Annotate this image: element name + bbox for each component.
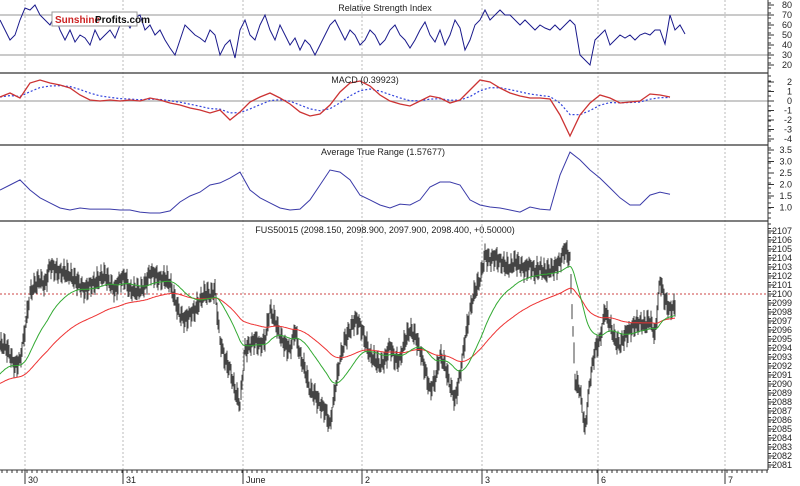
y-axes: 80706050403020 210-1-2-3-43.5 3.02.5 2.01.5… [768, 0, 792, 470]
grid [0, 0, 768, 470]
x-tick-label: 2 [365, 475, 370, 485]
logo: Sunshine Profits.com [51, 11, 150, 27]
y-tick-label: 2.0 [779, 180, 792, 190]
y-tick-label: -3 [784, 125, 792, 135]
y-tick-label: 60 [782, 20, 792, 30]
y-tick-label: 0 [787, 96, 792, 106]
y-tick-label: -2 [784, 115, 792, 125]
x-tick-label: 30 [28, 475, 38, 485]
x-tick-label: 31 [126, 475, 136, 485]
x-tick-label: 3 [485, 475, 490, 485]
x-tick-label: June [246, 475, 266, 485]
y-tick-label: 3.5 [779, 145, 792, 155]
y-tick-label: 2.5 [779, 168, 792, 178]
stock-chart: Relative Strength Index MACD (0.39923) A… [0, 0, 792, 485]
atr-line [0, 151, 671, 214]
y-tick-label: 20 [782, 60, 792, 70]
logo-sunshine: Sunshine [55, 15, 100, 26]
macd-title: MACD (0.39923) [331, 75, 399, 85]
chart-marks [0, 4, 686, 435]
atr-title: Average True Range (1.57677) [321, 147, 445, 157]
y-tick-label: 1.5 [779, 191, 792, 201]
y-tick-label: 70 [782, 10, 792, 20]
y-tick-label: 2081 [772, 460, 792, 470]
rsi-title: Relative Strength Index [338, 3, 432, 13]
macd-line [0, 79, 671, 138]
y-tick-label: -4 [784, 134, 792, 144]
x-tick-label: 6 [601, 475, 606, 485]
panels [0, 0, 769, 471]
y-tick-label: 2 [787, 77, 792, 87]
price-bars [0, 240, 676, 435]
y-tick-label: 1.0 [779, 203, 792, 213]
y-tick-label: 80 [782, 0, 792, 10]
y-tick-label: 40 [782, 40, 792, 50]
macd-signal-line [0, 85, 671, 116]
y-tick-label: -1 [784, 106, 792, 116]
x-axis: 30 31 June 2 3 6 7 [1, 470, 768, 485]
y-tick-label: 30 [782, 50, 792, 60]
logo-profits: Profits.com [95, 15, 150, 26]
y-tick-label: 50 [782, 30, 792, 40]
price-title: FUS50015 (2098.150, 2098.900, 2097.900, … [255, 225, 514, 235]
x-tick-label: 7 [728, 475, 733, 485]
y-tick-label: 1 [787, 87, 792, 97]
y-tick-label: 3.0 [779, 157, 792, 167]
